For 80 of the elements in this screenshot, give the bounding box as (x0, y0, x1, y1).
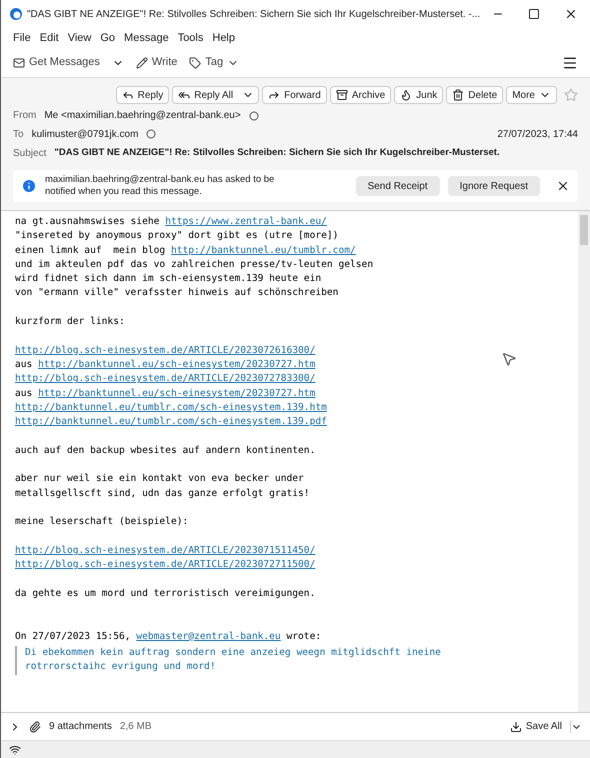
menu-item[interactable]: Go (100, 30, 116, 46)
notification-text: maximilian.baehring@zentral-bank.eu has asked to be notified when you read this message. (45, 174, 276, 198)
body-text: On 27/07/2023 15:56, (15, 630, 132, 642)
body-text: aus (15, 358, 34, 370)
menu-item[interactable]: View (68, 30, 92, 46)
link[interactable]: http://blog.sch-einesystem.de/ARTICLE/2023072711500/ (15, 559, 316, 570)
info-icon (21, 178, 37, 194)
app-logo-icon (9, 7, 23, 21)
signal-icon (9, 744, 21, 756)
link[interactable]: http://banktunnel.eu/tumblr.com/ (170, 244, 356, 256)
link[interactable]: http://banktunnel.eu/sch-einesystem/20230727.htm (38, 388, 316, 399)
close-icon[interactable] (556, 179, 570, 193)
body-text: einen limnk auf mein blog (15, 244, 166, 256)
link[interactable]: webmaster@zentral-bank.eu (136, 630, 281, 642)
reply-icon (122, 89, 134, 101)
save-all-button[interactable]: Save All (510, 719, 562, 734)
link[interactable]: http://blog.sch-einesystem.de/ARTICLE/2023071511450/ (15, 544, 316, 556)
body-text: und im akteulen pdf das vo zahlreichen presse/tv-leuten gelsen (15, 258, 374, 270)
link[interactable]: http://blog.sch-einesystem.de/ARTICLE/2023072783300/ (15, 373, 316, 384)
sender-address[interactable]: Me <maximilian.baehring@zentral-bank.eu> (44, 108, 241, 123)
action-button[interactable]: More (507, 87, 556, 103)
notification-button[interactable]: Ignore Request (448, 176, 540, 196)
mail-icon (13, 56, 25, 68)
header-label: Subject (13, 146, 46, 160)
body-text: wird fidnet sich dann im sch-eiensystem.139 heute ein (15, 273, 322, 284)
message-subject: "DAS GIBT NE ANZEIGE"! Re: Stilvolles Schreiben: Sichern Sie sich Ihr Kugelschreiber-Musterset. (54, 146, 500, 160)
header-label: To (13, 128, 24, 142)
download-icon (510, 720, 522, 732)
action-button[interactable]: Forward (263, 87, 326, 103)
forward-icon (268, 89, 280, 101)
action-button[interactable]: Reply (116, 87, 168, 103)
toolbar-button[interactable]: Get Messages (13, 54, 100, 71)
trash-icon (452, 89, 464, 101)
menu-item[interactable]: Message (124, 30, 169, 46)
quoted-text: Di ebekommen kein auftrag sondern eine anzeieg weegn mitglidschft ineine rotrrorsctaihc evrigung und mord! (25, 646, 441, 672)
menu-item[interactable]: Tools (178, 30, 204, 46)
link[interactable]: http://banktunnel.eu/tumblr.com/sch-einesystem.139.pdf (15, 416, 327, 428)
archive-icon (336, 89, 348, 101)
tag-icon (189, 56, 202, 68)
body-text: aber nur weil sie ein kontakt von eva becker under (15, 473, 304, 484)
link[interactable]: https://www.zentral-bank.eu/ (165, 216, 327, 227)
link[interactable]: http://blog.sch-einesystem.de/ARTICLE/2023072616300/ (15, 344, 316, 356)
body-text: "insereted by anoymous proxy" dort gibt es (utre [more]) (15, 230, 338, 242)
menu-item[interactable]: Help (212, 30, 235, 46)
pencil-icon (136, 56, 148, 68)
star-icon[interactable] (564, 88, 578, 102)
window-title: "DAS GIBT NE ANZEIGE"! Re: Stilvolles Schreiben: Sichern Sie sich Ihr Kugelschreiber-Musterset. -... (26, 8, 480, 22)
action-button[interactable]: Delete (447, 87, 502, 103)
close-icon[interactable] (564, 7, 578, 21)
body-text: von "ermann ville" verafsster hinweis auf schönschreiben (15, 287, 338, 298)
attachment-count[interactable]: 9 attachments (49, 719, 112, 734)
action-button[interactable]: Archive (330, 87, 390, 103)
toolbar-button[interactable]: Tag (189, 54, 240, 71)
body-text: da gehte es um mord und terroristisch vereimigungen. (15, 588, 316, 599)
body-text: na gt.ausnahmswises siehe (15, 216, 160, 227)
body-text: wrote: (285, 630, 322, 642)
reply-all-icon (178, 89, 190, 101)
menu-item[interactable]: Edit (40, 30, 59, 46)
body-text: meine leserschaft (beispiele): (15, 516, 188, 528)
recipient-address[interactable]: kulimuster@0791jk.com (32, 126, 138, 142)
body-text: auch auf den backup wbesites auf andern kontinenten. (15, 444, 316, 456)
body-text: metallsgellscft sind, udn das ganze erfolgt gratis! (15, 488, 310, 499)
mouse-cursor-icon (501, 351, 517, 367)
paperclip-icon (29, 720, 41, 732)
menu-item[interactable]: File (13, 30, 31, 46)
attachment-size: 2,6 MB (120, 720, 152, 734)
body-text: kurzform der links: (15, 316, 125, 328)
maximize-icon[interactable] (528, 8, 540, 20)
notification-button[interactable]: Send Receipt (356, 176, 440, 196)
flame-icon (400, 89, 412, 101)
header-label: From (13, 109, 36, 123)
action-button[interactable]: Junk (395, 87, 442, 103)
scrollbar[interactable] (578, 211, 590, 712)
dropdown-caret-icon[interactable] (570, 720, 582, 732)
link[interactable]: http://banktunnel.eu/tumblr.com/sch-einesystem.139.htm (15, 402, 327, 413)
menu-icon[interactable] (562, 54, 578, 70)
body-text: aus (15, 388, 34, 399)
message-date: 27/07/2023, 17:44 (497, 128, 578, 142)
toolbar-button[interactable]: Write (136, 54, 178, 71)
link[interactable]: http://banktunnel.eu/sch-einesystem/20230727.htm (38, 358, 316, 370)
